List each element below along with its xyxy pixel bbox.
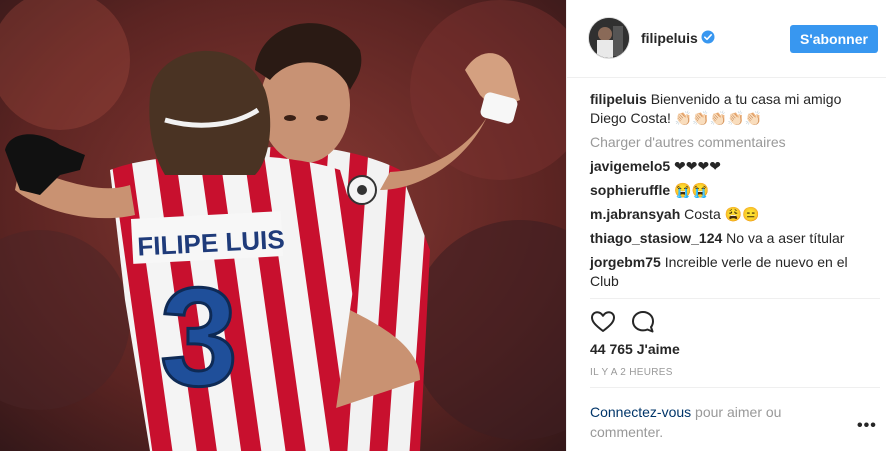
list-item: jorgebm75 Increible verle de nuevo en el…: [590, 253, 870, 291]
jersey-number: 3: [160, 258, 238, 415]
comment-username[interactable]: jorgebm75: [590, 254, 661, 270]
login-link[interactable]: Connectez-vous: [590, 404, 691, 420]
caption: filipeluis Bienvenido a tu casa mi amigo…: [590, 90, 870, 128]
follow-button[interactable]: S'abonner: [790, 25, 878, 53]
username[interactable]: filipeluis: [641, 30, 698, 46]
caption-username[interactable]: filipeluis: [590, 91, 647, 107]
post-photo[interactable]: FILIPE LUIS 3: [0, 0, 566, 451]
load-more-comments-link[interactable]: Charger d'autres commentaires: [590, 133, 870, 152]
comment-username[interactable]: m.jabransyah: [590, 206, 680, 222]
list-item: m.jabransyah Costa 😩😑: [590, 205, 870, 224]
verified-badge-icon: [701, 30, 715, 44]
login-prompt: Connectez-vous pour aimer ou commenter.: [590, 402, 830, 442]
list-item: javigemelo5 ❤❤❤❤: [590, 157, 870, 176]
comments-list: filipeluis Bienvenido a tu casa mi amigo…: [590, 90, 870, 296]
likes-count[interactable]: 44 765 J'aime: [590, 341, 680, 357]
comment-icon[interactable]: [630, 309, 656, 335]
comment-text: 😭😭: [674, 182, 709, 198]
list-item: sophieruffle 😭😭: [590, 181, 870, 200]
heart-icon[interactable]: [590, 309, 616, 335]
comment-username[interactable]: thiago_stasiow_124: [590, 230, 722, 246]
comment-username[interactable]: javigemelo5: [590, 158, 670, 174]
post-image: FILIPE LUIS 3: [0, 0, 566, 451]
comment-text: ❤❤❤❤: [674, 158, 721, 174]
divider: [590, 387, 880, 388]
comment-text: Costa 😩😑: [684, 206, 760, 222]
more-options-icon[interactable]: •••: [857, 417, 877, 435]
list-item: thiago_stasiow_124 No va a aser títular: [590, 229, 870, 248]
avatar[interactable]: [589, 18, 629, 58]
post-timestamp: IL Y A 2 HEURES: [590, 367, 673, 378]
comment-text: No va a aser títular: [726, 230, 845, 246]
comment-username[interactable]: sophieruffle: [590, 182, 670, 198]
post-sidebar: filipeluis S'abonner filipeluis Bienveni…: [566, 0, 886, 451]
post-header: filipeluis S'abonner: [567, 0, 886, 78]
divider: [590, 298, 880, 299]
